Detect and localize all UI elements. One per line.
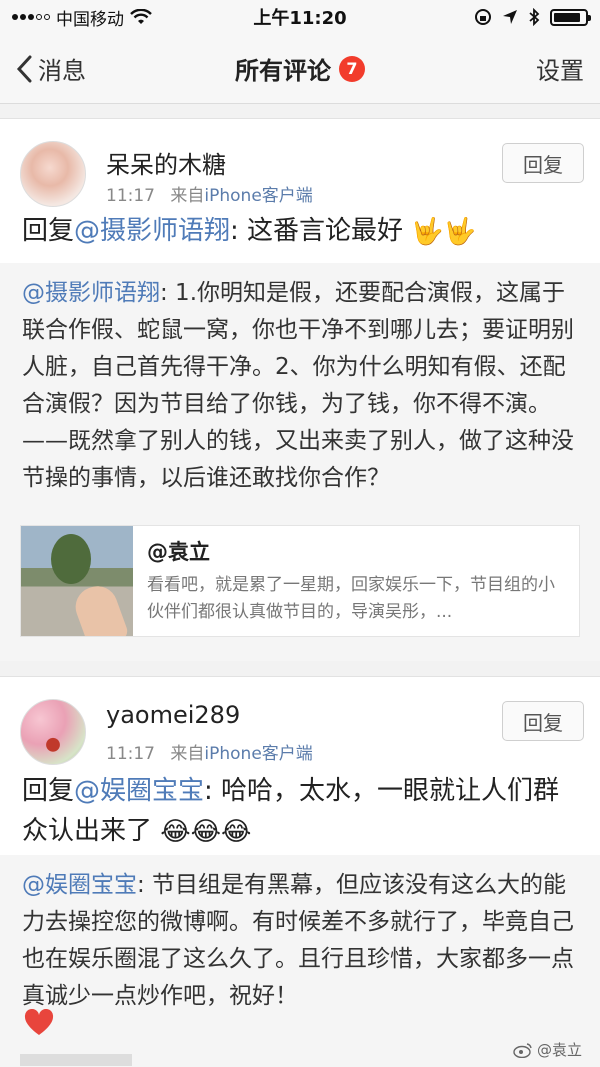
original-post-excerpt: 看看吧，就是累了一星期，回家娱乐一下，节目组的小伙伴们都很认真做节目的，导演吴彤… bbox=[147, 575, 555, 622]
reply-text: : 这番言论最好 bbox=[230, 216, 404, 246]
laughing-emoji-icon: 😂😂😂 bbox=[160, 816, 252, 847]
back-label: 消息 bbox=[38, 57, 86, 85]
comment-meta: 11:17 来自iPhone客户端 bbox=[106, 739, 313, 764]
comment-time: 11:17 bbox=[106, 744, 155, 764]
signal-strength-icon bbox=[12, 14, 50, 20]
reply-prefix: 回复 bbox=[22, 216, 75, 246]
battery-fill bbox=[554, 12, 580, 22]
quoted-comment-text: @摄影师语翔: 1.你明知是假，还要配合演假，这属于联合作假、蛇鼠一窝，你也干净… bbox=[22, 275, 578, 497]
bottom-strip bbox=[20, 1054, 132, 1066]
comment-source: iPhone客户端 bbox=[204, 744, 313, 764]
chevron-left-icon bbox=[16, 55, 32, 82]
weibo-logo-icon bbox=[513, 1042, 532, 1058]
location-icon bbox=[503, 10, 517, 24]
reply-button[interactable]: 回复 bbox=[502, 701, 584, 741]
original-post-body: @袁立 看看吧，就是累了一星期，回家娱乐一下，节目组的小伙伴们都很认真做节目的，… bbox=[133, 526, 579, 636]
reply-content: 回复@娱圈宝宝: 哈哈，太水，一眼就让人们群众认出来了 😂😂😂 bbox=[22, 771, 580, 852]
comment-card: yaomei289 11:17 来自iPhone客户端 回复 回复@娱圈宝宝: … bbox=[0, 676, 600, 1067]
status-left: 中国移动 bbox=[12, 5, 152, 30]
weibo-watermark: @袁立 bbox=[513, 1039, 582, 1060]
wifi-icon bbox=[130, 9, 152, 24]
original-post-author: @袁立 bbox=[147, 540, 210, 564]
settings-button[interactable]: 设置 bbox=[536, 51, 584, 86]
page-title: 所有评论 7 bbox=[235, 51, 365, 86]
back-button[interactable]: 消息 bbox=[16, 51, 86, 86]
quote-mention-link[interactable]: @摄影师语翔 bbox=[22, 280, 160, 306]
avatar[interactable] bbox=[20, 699, 86, 765]
status-right bbox=[474, 8, 591, 26]
comment-username[interactable]: 呆呆的木糖 bbox=[106, 145, 226, 180]
page-title-text: 所有评论 bbox=[235, 57, 331, 85]
nav-bar: 消息 所有评论 7 设置 bbox=[0, 34, 600, 104]
rotation-lock-icon bbox=[475, 9, 491, 25]
carrier-label: 中国移动 bbox=[56, 9, 124, 30]
bluetooth-icon bbox=[529, 8, 540, 26]
heart-icon bbox=[24, 1009, 54, 1035]
status-bar: 中国移动 上午11:20 bbox=[0, 0, 600, 34]
quoted-comment[interactable]: @娱圈宝宝: 节目组是有黑幕，但应该没有这么大的能力去操控您的微博啊。有时候差不… bbox=[0, 855, 600, 1067]
reply-button[interactable]: 回复 bbox=[502, 143, 584, 183]
avatar[interactable] bbox=[20, 141, 86, 207]
reply-content: 回复@摄影师语翔: 这番言论最好 🤟🤟 bbox=[22, 211, 580, 252]
comment-source-prefix: 来自 bbox=[170, 744, 205, 764]
reply-mention-link[interactable]: @娱圈宝宝 bbox=[74, 776, 204, 806]
quote-body: : 1.你明知是假，还要配合演假，这属于联合作假、蛇鼠一窝，你也干净不到哪儿去；… bbox=[22, 280, 574, 491]
comment-card: 呆呆的木糖 11:17 来自iPhone客户端 回复 回复@摄影师语翔: 这番言… bbox=[0, 118, 600, 661]
watermark-text: @袁立 bbox=[536, 1041, 582, 1059]
quoted-comment-text: @娱圈宝宝: 节目组是有黑幕，但应该没有这么大的能力去操控您的微博啊。有时候差不… bbox=[22, 867, 578, 1015]
comment-meta: 11:17 来自iPhone客户端 bbox=[106, 181, 313, 206]
clock: 上午11:20 bbox=[253, 8, 347, 29]
comment-time: 11:17 bbox=[106, 186, 155, 206]
comment-username[interactable]: yaomei289 bbox=[106, 701, 240, 729]
original-post-card[interactable]: @袁立 看看吧，就是累了一星期，回家娱乐一下，节目组的小伙伴们都很认真做节目的，… bbox=[20, 525, 580, 637]
rock-hand-emoji-icon: 🤟🤟 bbox=[411, 216, 477, 247]
reply-mention-link[interactable]: @摄影师语翔 bbox=[74, 216, 230, 246]
quote-mention-link[interactable]: @娱圈宝宝 bbox=[22, 872, 137, 898]
thumbnail-tree bbox=[51, 534, 91, 584]
unread-count-badge: 7 bbox=[339, 55, 365, 82]
battery-icon bbox=[550, 8, 591, 26]
comment-source: iPhone客户端 bbox=[204, 186, 313, 206]
original-post-thumbnail bbox=[21, 526, 133, 636]
reply-prefix: 回复 bbox=[22, 776, 75, 806]
thumbnail-hand bbox=[70, 580, 130, 636]
comment-source-prefix: 来自 bbox=[170, 186, 205, 206]
